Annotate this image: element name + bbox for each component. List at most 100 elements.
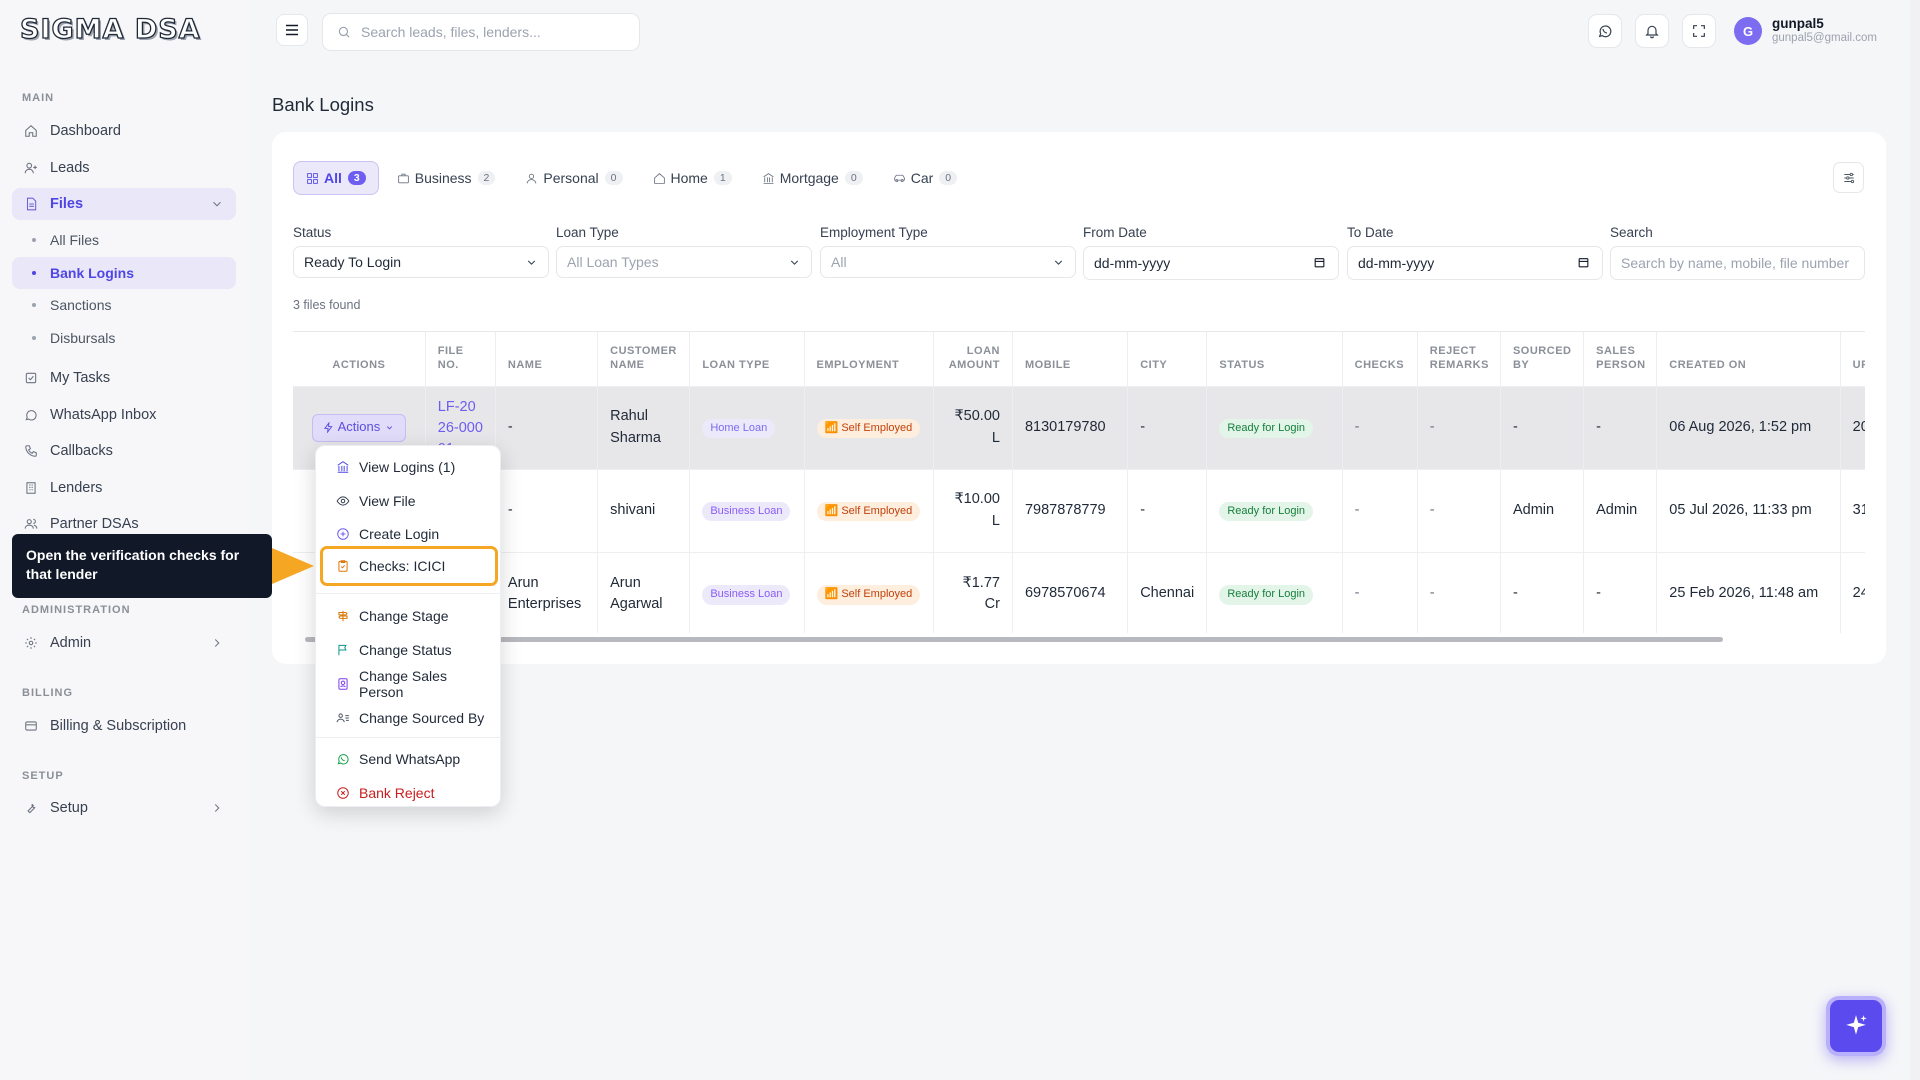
cell-customer-name: Rahul Sharma [597, 385, 691, 469]
cell-city: - [1127, 468, 1208, 552]
menu-item-view-file[interactable]: View File [324, 486, 494, 516]
whatsapp-button[interactable] [1588, 14, 1622, 48]
employment-badge-label: Self Employed [841, 421, 913, 434]
sidebar-subitem-all-files[interactable]: All Files [12, 224, 236, 256]
tab-mortgage[interactable]: Mortgage 0 [750, 161, 875, 195]
col-checks[interactable]: CHECKS [1342, 332, 1418, 386]
col-sourced-by[interactable]: SOURCED BY [1500, 332, 1585, 386]
sidebar-item-dashboard[interactable]: Dashboard [12, 115, 236, 147]
sidebar-subitem-bank-logins[interactable]: Bank Logins [12, 257, 236, 289]
cell-sourced-by: - [1500, 385, 1585, 469]
table-row[interactable]: - shivani Business Loan 📶 Self Employed … [293, 468, 1865, 552]
user-email: gunpal5@gmail.com [1772, 32, 1878, 44]
search-icon [338, 26, 350, 38]
sidebar-item-billing[interactable]: Billing & Subscription [12, 710, 236, 742]
col-loan-amount[interactable]: LOAN AMOUNT [933, 332, 1013, 386]
sidebar-item-setup[interactable]: Setup [12, 792, 236, 824]
global-search-input[interactable] [361, 24, 621, 40]
col-created-on[interactable]: CREATED ON [1656, 332, 1841, 386]
column-settings-button[interactable] [1833, 162, 1864, 193]
eye-icon [336, 496, 350, 506]
loan-type-filter-select[interactable]: All Loan Types [556, 246, 812, 278]
tab-car[interactable]: Car 0 [881, 161, 969, 195]
menu-item-create-login[interactable]: Create Login [324, 519, 494, 549]
menu-item-checks-icici[interactable]: Checks: ICICI [320, 546, 498, 586]
sidebar-item-lenders[interactable]: Lenders [12, 472, 236, 504]
menu-item-label: Bank Reject [359, 785, 435, 801]
col-mobile[interactable]: MOBILE [1012, 332, 1129, 386]
menu-item-change-sales-person[interactable]: Change Sales Person [324, 668, 494, 700]
col-city[interactable]: CITY [1127, 332, 1208, 386]
calendar-icon[interactable] [1313, 256, 1326, 269]
notifications-button[interactable] [1635, 14, 1669, 48]
employment-badge-label: Self Employed [841, 504, 913, 517]
cell-sales-person: - [1583, 551, 1658, 633]
sidebar-item-leads[interactable]: Leads [12, 152, 236, 184]
gear-icon [24, 636, 38, 650]
sidebar-item-my-tasks[interactable]: My Tasks [12, 362, 236, 394]
menu-toggle-button[interactable] [276, 14, 308, 46]
sidebar-item-whatsapp-inbox[interactable]: WhatsApp Inbox [12, 399, 236, 431]
user-plus-icon [24, 161, 38, 175]
tab-home[interactable]: Home 1 [641, 161, 744, 195]
whatsapp-icon [337, 754, 349, 765]
menu-item-change-stage[interactable]: Change Stage [324, 601, 494, 631]
tab-business[interactable]: Business 2 [385, 161, 508, 195]
menu-item-label: View Logins (1) [359, 459, 456, 475]
chevron-right-icon [210, 636, 224, 650]
actions-button-label: Actions [337, 419, 381, 435]
sidebar-item-label: Leads [50, 160, 90, 176]
tab-personal[interactable]: Personal 0 [513, 161, 634, 195]
menu-item-change-sourced-by[interactable]: Change Sourced By [324, 703, 494, 733]
calendar-icon[interactable] [1577, 256, 1590, 269]
section-billing-label: BILLING [22, 687, 73, 699]
menu-divider [316, 593, 502, 594]
col-customer-name[interactable]: CUSTOMER NAME [597, 332, 691, 386]
sidebar-item-callbacks[interactable]: Callbacks [12, 435, 236, 467]
tab-count: 3 [347, 171, 366, 185]
from-date-input[interactable]: dd-mm-yyyy [1083, 246, 1339, 280]
col-reject-remarks[interactable]: REJECT REMARKS [1417, 332, 1501, 386]
tab-label: Car [910, 170, 934, 186]
menu-item-send-whatsapp[interactable]: Send WhatsApp [324, 744, 494, 774]
employment-badge: 📶 Self Employed [816, 584, 921, 605]
brand-logo[interactable]: SIGMA DSA [19, 13, 201, 45]
menu-item-label: Change Stage [359, 608, 449, 624]
sidebar-subitem-disbursals[interactable]: Disbursals [12, 322, 236, 354]
tab-all[interactable]: All 3 [293, 161, 379, 195]
fullscreen-button[interactable] [1682, 14, 1716, 48]
employment-filter-select[interactable]: All [820, 246, 1076, 278]
ai-assistant-button[interactable] [1826, 996, 1886, 1056]
loan-type-badge: Home Loan [702, 418, 776, 439]
search-filter-input[interactable]: Search by name, mobile, file number [1610, 246, 1865, 280]
col-updated[interactable]: UPDA [1840, 332, 1865, 386]
status-filter-select[interactable]: Ready To Login [293, 246, 549, 278]
avatar[interactable]: G [1734, 17, 1762, 45]
sidebar-item-admin[interactable]: Admin [12, 627, 236, 659]
page-vertical-scrollbar[interactable] [1910, 0, 1920, 1080]
checkbox-icon [24, 371, 38, 385]
loan-type-filter-label: Loan Type [556, 225, 619, 240]
col-sales-person[interactable]: SALES PERSON [1583, 332, 1658, 386]
actions-button[interactable]: Actions [311, 413, 407, 442]
col-status[interactable]: STATUS [1206, 332, 1343, 386]
menu-item-view-logins[interactable]: View Logins (1) [324, 452, 494, 482]
col-file-no[interactable]: FILE NO. [425, 332, 496, 386]
sidebar-item-files[interactable]: Files [12, 188, 236, 220]
table-row[interactable]: Arun Enterprises Arun Agarwal Business L… [293, 551, 1865, 633]
chevron-down-icon [210, 197, 224, 211]
global-search[interactable] [322, 13, 640, 51]
menu-item-bank-reject[interactable]: Bank Reject [324, 778, 494, 808]
tab-count: 0 [939, 171, 958, 185]
cell-mobile: 7987878779 [1012, 468, 1129, 552]
col-employment[interactable]: EMPLOYMENT [804, 332, 934, 386]
col-loan-type[interactable]: LOAN TYPE [689, 332, 805, 386]
table-horizontal-scrollbar[interactable] [305, 637, 1723, 642]
col-actions: ACTIONS [293, 332, 426, 386]
col-name[interactable]: NAME [495, 332, 599, 386]
menu-item-change-status[interactable]: Change Status [324, 635, 494, 665]
to-date-input[interactable]: dd-mm-yyyy [1347, 246, 1603, 280]
table-row[interactable]: Actions LF-2026-00001 - Rahul Sharma Hom… [293, 385, 1865, 469]
sidebar-subitem-sanctions[interactable]: Sanctions [12, 289, 236, 321]
card-icon [24, 719, 38, 733]
